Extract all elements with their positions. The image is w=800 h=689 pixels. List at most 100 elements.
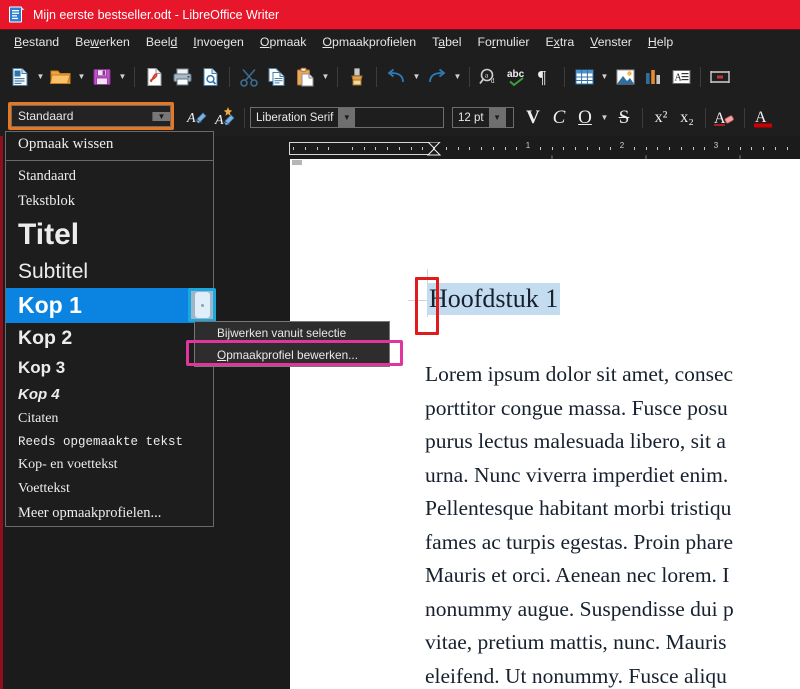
open-folder-icon[interactable] bbox=[47, 63, 75, 91]
style-item-voettekst[interactable]: Voettekst bbox=[6, 477, 213, 501]
insert-table-icon[interactable] bbox=[570, 63, 598, 91]
style-item-tekstblok[interactable]: Tekstblok bbox=[6, 189, 213, 214]
ctx-edit-style[interactable]: Opmaakprofiel bewerken... bbox=[195, 344, 389, 366]
menu-item-beeld[interactable]: Beeld bbox=[138, 32, 185, 52]
menu-item-help[interactable]: Help bbox=[640, 32, 681, 52]
subscript-button-glyph: x₂ bbox=[680, 108, 694, 126]
find-and-replace-icon[interactable]: a d bbox=[475, 63, 503, 91]
bold-button[interactable]: V bbox=[520, 104, 546, 132]
svg-text:¶: ¶ bbox=[538, 67, 546, 87]
ruler-tick bbox=[363, 147, 365, 150]
font-size-field[interactable]: 12 pt ▼ bbox=[452, 107, 514, 128]
subscript-button[interactable]: x₂ bbox=[674, 104, 700, 132]
standard-toolbar[interactable]: ▼ ▼ ▼ ▼ ▼ ▼ a d abc ¶ ▼ A bbox=[0, 54, 800, 99]
export-pdf-icon[interactable] bbox=[140, 63, 168, 91]
clear-formatting-button[interactable]: A bbox=[711, 104, 739, 132]
style-item-header-footer[interactable]: Kop- en voettekst bbox=[6, 453, 213, 477]
separator bbox=[700, 66, 701, 87]
save-dropdown-arrow[interactable]: ▼ bbox=[116, 63, 129, 91]
style-item-clear-formatting[interactable]: Opmaak wissen bbox=[6, 132, 213, 157]
libreoffice-writer-window: Mijn eerste bestseller.odt - LibreOffice… bbox=[0, 0, 800, 689]
ruler-tick bbox=[669, 147, 670, 150]
new-document-icon[interactable] bbox=[6, 63, 34, 91]
formatting-marks-pilcrow-icon[interactable]: ¶ bbox=[531, 63, 559, 91]
ruler-number-2: 2 bbox=[619, 141, 625, 150]
horizontal-ruler[interactable]: 1⊥2⊥3⊥4⊥5⊥ bbox=[289, 140, 800, 163]
style-item-preformatted[interactable]: Reeds opgemaakte tekst bbox=[6, 431, 213, 453]
menu-item-opmaakprofielen[interactable]: Opmaakprofielen bbox=[314, 32, 424, 52]
insert-image-icon[interactable] bbox=[611, 63, 639, 91]
style-item-citaten[interactable]: Citaten bbox=[6, 407, 213, 431]
font-name-field[interactable]: Liberation Serif ▼ bbox=[250, 107, 444, 128]
strikethrough-button-glyph: S bbox=[618, 106, 630, 128]
spelling-abc-icon[interactable]: abc bbox=[503, 63, 531, 91]
chevron-down-icon[interactable]: ▼ bbox=[152, 111, 170, 121]
menu-item-bewerken[interactable]: Bewerken bbox=[67, 32, 138, 52]
writer-document-icon bbox=[8, 6, 25, 23]
underline-button[interactable]: O bbox=[572, 104, 598, 132]
italic-button[interactable]: C bbox=[546, 104, 572, 132]
paste-dropdown-arrow[interactable]: ▼ bbox=[319, 63, 332, 91]
ctx-update-from-selection[interactable]: Bijwerken vanuit selectie bbox=[195, 322, 389, 344]
undo-dropdown-arrow[interactable]: ▼ bbox=[410, 63, 423, 91]
style-item-standaard[interactable]: Standaard bbox=[6, 164, 213, 189]
style-item-kop-4[interactable]: Kop 4 bbox=[6, 382, 213, 407]
menu-item-invoegen[interactable]: Invoegen bbox=[185, 32, 252, 52]
style-item-titel[interactable]: Titel bbox=[6, 214, 213, 256]
undo-icon[interactable] bbox=[382, 63, 410, 91]
style-item-kop-3[interactable]: Kop 3 bbox=[6, 354, 213, 382]
underline-dropdown-arrow[interactable]: ▼ bbox=[598, 104, 611, 132]
new-document-dropdown-arrow[interactable]: ▼ bbox=[34, 63, 47, 91]
paragraph-style-combobox[interactable]: Standaard ▼ bbox=[11, 105, 171, 127]
strikethrough-button[interactable]: S bbox=[611, 104, 637, 132]
redo-dropdown-arrow[interactable]: ▼ bbox=[451, 63, 464, 91]
style-item-subtitel[interactable]: Subtitel bbox=[6, 256, 213, 288]
style-context-menu[interactable]: Bijwerken vanuit selectie Opmaakprofiel b… bbox=[194, 321, 390, 367]
font-size-dropdown-arrow[interactable]: ▼ bbox=[488, 108, 506, 127]
insert-page-break-icon[interactable] bbox=[706, 63, 734, 91]
svg-text:a: a bbox=[485, 71, 489, 79]
font-size-value: 12 pt bbox=[458, 111, 484, 124]
redo-icon[interactable] bbox=[423, 63, 451, 91]
svg-text:A: A bbox=[186, 111, 196, 126]
menu-item-formulier[interactable]: Formulier bbox=[470, 32, 538, 52]
style-item-kop-2[interactable]: Kop 2 bbox=[6, 323, 213, 354]
menu-item-venster[interactable]: Venster bbox=[582, 32, 640, 52]
menu-mnemonic: O bbox=[322, 35, 332, 49]
style-item-kop-1[interactable]: Kop 1 bbox=[6, 288, 213, 323]
menu-item-tabel[interactable]: Tabel bbox=[424, 32, 469, 52]
style-item-dropdown-handle[interactable] bbox=[188, 288, 216, 322]
separator bbox=[337, 66, 338, 87]
save-icon[interactable] bbox=[88, 63, 116, 91]
print-icon[interactable] bbox=[168, 63, 196, 91]
document-heading[interactable]: Hoofdstuk 1 bbox=[427, 283, 561, 315]
update-selected-style-icon[interactable]: A bbox=[183, 104, 211, 132]
copy-icon[interactable] bbox=[263, 63, 291, 91]
insert-text-box-icon[interactable]: A bbox=[667, 63, 695, 91]
menu-item-extra[interactable]: Extra bbox=[537, 32, 582, 52]
menu-item-opmaak[interactable]: Opmaak bbox=[252, 32, 315, 52]
superscript-button[interactable]: x² bbox=[648, 104, 674, 132]
insert-chart-icon[interactable] bbox=[639, 63, 667, 91]
style-item-meer-opmaakprofielen[interactable]: Meer opmaakprofielen... bbox=[6, 501, 213, 526]
font-color-button[interactable]: A bbox=[750, 104, 778, 132]
document-body-text[interactable]: Lorem ipsum dolor sit amet, consec portt… bbox=[425, 358, 800, 689]
separator bbox=[564, 66, 565, 87]
clone-formatting-brush-icon[interactable] bbox=[343, 63, 371, 91]
insert-table-dropdown-arrow[interactable]: ▼ bbox=[598, 63, 611, 91]
separator bbox=[642, 107, 643, 128]
paragraph-style-dropdown-list[interactable]: Opmaak wissen Standaard Tekstblok Titel Subt… bbox=[5, 131, 214, 527]
font-name-dropdown-arrow[interactable]: ▼ bbox=[338, 108, 356, 127]
print-preview-icon[interactable] bbox=[196, 63, 224, 91]
underline-button-glyph: O bbox=[578, 106, 592, 128]
menu-bar[interactable]: Bestand Bewerken Beeld Invoegen Opmaak Opmaak… bbox=[0, 29, 800, 54]
cut-scissors-icon[interactable] bbox=[235, 63, 263, 91]
ruler-indent-area[interactable] bbox=[289, 142, 434, 155]
new-style-from-selection-icon[interactable]: A bbox=[211, 104, 239, 132]
svg-text:d: d bbox=[491, 77, 495, 85]
indent-markers-icon[interactable] bbox=[427, 142, 441, 156]
menu-item-bestand[interactable]: Bestand bbox=[6, 32, 67, 52]
open-dropdown-arrow[interactable]: ▼ bbox=[75, 63, 88, 91]
document-page[interactable]: Hoofdstuk 1 Lorem ipsum dolor sit amet, … bbox=[290, 159, 800, 689]
paste-icon[interactable] bbox=[291, 63, 319, 91]
